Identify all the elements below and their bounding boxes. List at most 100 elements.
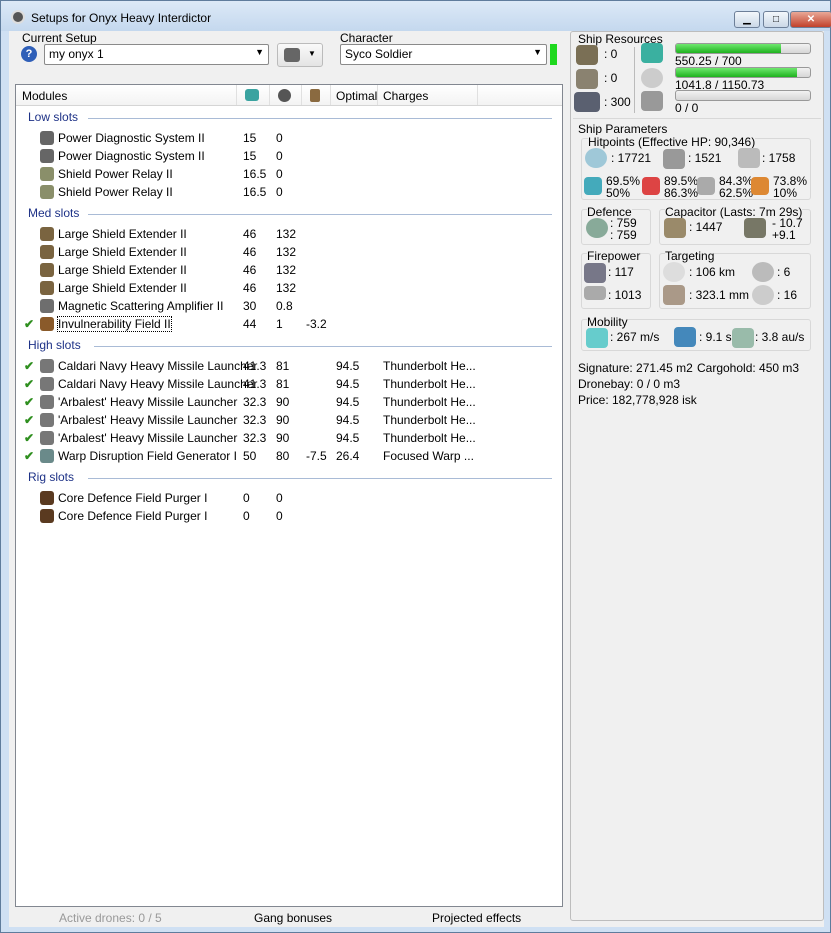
module-row[interactable]: Large Shield Extender II 46 132	[16, 261, 562, 279]
module-icon	[40, 167, 54, 181]
module-cpu: 16.5	[243, 167, 267, 181]
calibration-value: : 300	[604, 95, 631, 109]
module-icon	[40, 317, 54, 331]
launcher-hardpoint-icon	[576, 69, 598, 89]
module-icon	[40, 359, 54, 373]
active-check-icon[interactable]: ✔	[24, 359, 34, 373]
module-row[interactable]: ✔ Warp Disruption Field Generator I 50 80 -7…	[16, 447, 562, 465]
module-row[interactable]: Shield Power Relay II 16.5 0	[16, 183, 562, 201]
kinetic-resist-icon	[697, 177, 715, 195]
module-row[interactable]: Core Defence Field Purger I 0 0	[16, 507, 562, 525]
cpu-column-icon[interactable]	[245, 89, 259, 101]
module-row[interactable]: ✔ Caldari Navy Heavy Missile Launcher 41.3…	[16, 375, 562, 393]
module-powergrid: 132	[276, 263, 297, 277]
launcher-slots: : 0	[604, 71, 618, 85]
powergrid-column-icon[interactable]	[278, 89, 291, 102]
capacitor-column-icon[interactable]	[310, 89, 320, 102]
module-powergrid: 132	[276, 245, 297, 259]
module-row[interactable]: ✔ 'Arbalest' Heavy Missile Launcher 32.3 90…	[16, 411, 562, 429]
module-row[interactable]: Shield Power Relay II 16.5 0	[16, 165, 562, 183]
module-cpu: 0	[243, 509, 250, 523]
volley-icon	[584, 263, 606, 283]
character-label: Character	[340, 31, 393, 45]
shield-icon	[585, 148, 607, 168]
module-optimal: 94.5	[336, 359, 360, 373]
slot-group-header[interactable]: Rig slots	[28, 470, 74, 484]
module-powergrid: 0.8	[276, 299, 293, 313]
maximize-button[interactable]: □	[763, 11, 789, 28]
module-row[interactable]: Large Shield Extender II 46 132	[16, 225, 562, 243]
minimize-button[interactable]: ▁	[734, 11, 760, 28]
max-velocity: : 267 m/s	[610, 330, 660, 344]
structure-hp: : 1758	[762, 151, 796, 165]
module-name: Shield Power Relay II	[58, 167, 173, 181]
active-check-icon[interactable]: ✔	[24, 431, 34, 445]
character-select[interactable]: Syco Soldier ▼	[340, 44, 547, 65]
price: Price: 182,778,928 isk	[578, 393, 697, 407]
gang-bonuses-tab[interactable]: Gang bonuses	[254, 911, 332, 925]
modules-list[interactable]: Modules Optimal Charges Low slots Power D…	[15, 84, 563, 907]
column-optimal[interactable]: Optimal	[336, 89, 377, 103]
slot-group-header[interactable]: High slots	[28, 338, 81, 352]
module-powergrid: 0	[276, 149, 283, 163]
module-row[interactable]: ✔ 'Arbalest' Heavy Missile Launcher 32.3 90…	[16, 393, 562, 411]
drone-bandwidth-bar	[675, 90, 811, 101]
module-cpu: 46	[243, 263, 257, 277]
setup-select[interactable]: my onyx 1 ▼	[44, 44, 269, 65]
module-powergrid: 132	[276, 281, 297, 295]
module-icon	[40, 449, 54, 463]
slot-group-header[interactable]: Med slots	[28, 206, 79, 220]
max-targets: : 6	[777, 265, 791, 279]
column-modules[interactable]: Modules	[22, 89, 67, 103]
module-cpu: 0	[243, 491, 250, 505]
module-row[interactable]: ✔ Caldari Navy Heavy Missile Launcher 41.3…	[16, 357, 562, 375]
module-name: Core Defence Field Purger I	[58, 509, 208, 523]
module-name: Caldari Navy Heavy Missile Launcher	[58, 377, 258, 391]
module-powergrid: 1	[276, 317, 283, 331]
module-row[interactable]: ✔ Invulnerability Field II 44 1 -3.2	[16, 315, 562, 333]
module-row[interactable]: Large Shield Extender II 46 132	[16, 279, 562, 297]
module-cpu: 15	[243, 149, 257, 163]
client-area: Current Setup ? my onyx 1 ▼ ▼ Character S…	[9, 31, 824, 927]
slot-group-header[interactable]: Low slots	[28, 110, 78, 124]
module-name: 'Arbalest' Heavy Missile Launcher	[58, 395, 238, 409]
module-powergrid: 81	[276, 359, 290, 373]
module-row[interactable]: Magnetic Scattering Amplifier II 30 0.8	[16, 297, 562, 315]
module-charges: Thunderbolt He...	[383, 395, 476, 409]
module-cpu: 32.3	[243, 413, 267, 427]
active-check-icon[interactable]: ✔	[24, 377, 34, 391]
module-row[interactable]: ✔ 'Arbalest' Heavy Missile Launcher 32.3 90…	[16, 429, 562, 447]
dronebay: Dronebay: 0 / 0 m3	[578, 377, 681, 391]
setup-actions-button[interactable]: ▼	[277, 43, 323, 67]
capacitor-recharge-icon	[744, 218, 766, 238]
module-charges: Thunderbolt He...	[383, 431, 476, 445]
module-row[interactable]: Power Diagnostic System II 15 0	[16, 147, 562, 165]
module-icon	[40, 299, 54, 313]
module-name: Large Shield Extender II	[58, 227, 187, 241]
close-button[interactable]: ✕	[790, 11, 831, 28]
explosive-resist-icon	[751, 177, 769, 195]
module-row[interactable]: Power Diagnostic System II 15 0	[16, 129, 562, 147]
armor-icon	[663, 149, 685, 169]
active-check-icon[interactable]: ✔	[24, 395, 34, 409]
help-icon[interactable]: ?	[21, 46, 37, 62]
module-row[interactable]: Large Shield Extender II 46 132	[16, 243, 562, 261]
ship-parameters-title: Ship Parameters	[578, 122, 668, 136]
module-row[interactable]: Core Defence Field Purger I 0 0	[16, 489, 562, 507]
module-cpu: 32.3	[243, 431, 267, 445]
active-check-icon[interactable]: ✔	[24, 413, 34, 427]
module-optimal: 26.4	[336, 449, 360, 463]
character-value: Syco Soldier	[345, 47, 413, 61]
cpu-bar	[675, 43, 811, 54]
module-optimal: 94.5	[336, 395, 360, 409]
active-check-icon[interactable]: ✔	[24, 317, 34, 331]
module-cpu: 41.3	[243, 359, 267, 373]
hitpoints-title: Hitpoints (Effective HP: 90,346)	[588, 135, 756, 149]
active-drones-tab[interactable]: Active drones: 0 / 5	[59, 911, 162, 925]
sensor-strength: : 16	[777, 288, 798, 302]
module-cpu: 50	[243, 449, 257, 463]
column-charges[interactable]: Charges	[383, 89, 428, 103]
active-check-icon[interactable]: ✔	[24, 449, 34, 463]
projected-effects-tab[interactable]: Projected effects	[432, 911, 521, 925]
cargohold: Cargohold: 450 m3	[697, 361, 800, 375]
